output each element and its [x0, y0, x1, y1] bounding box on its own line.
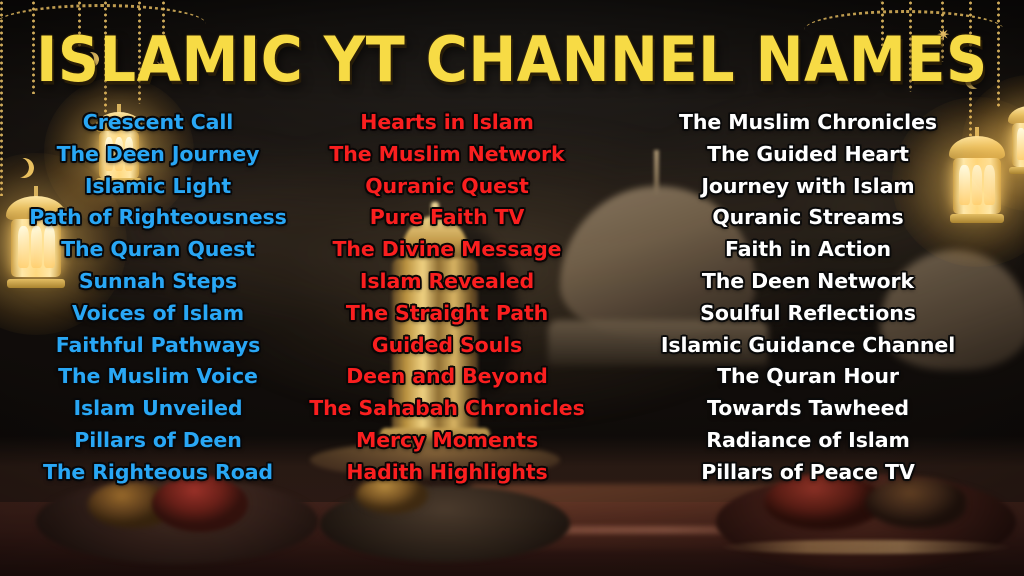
- channel-name: Sunnah Steps: [78, 268, 238, 293]
- channel-name: The Straight Path: [345, 300, 549, 325]
- channel-name: Islam Revealed: [359, 268, 535, 293]
- channel-name: The Righteous Road: [43, 459, 273, 484]
- names-column-3: The Muslim Chronicles The Guided Heart Jou…: [608, 107, 1008, 489]
- channel-name: The Muslim Voice: [58, 364, 258, 389]
- channel-name: The Muslim Network: [329, 141, 565, 166]
- channel-name: Faith in Action: [725, 237, 891, 262]
- channel-name: The Muslim Chronicles: [678, 110, 937, 134]
- channel-name: Quranic Streams: [712, 205, 904, 230]
- channel-name: The Sahabah Chronicles: [309, 396, 585, 421]
- channel-name: Pillars of Deen: [74, 427, 242, 452]
- channel-name: Islamic Guidance Channel: [660, 332, 956, 357]
- channel-name: Soulful Reflections: [700, 300, 916, 325]
- page-title: ISLAMIC YT CHANNEL NAMES: [36, 23, 988, 97]
- channel-name: Islamic Light: [84, 173, 232, 198]
- channel-name: The Deen Journey: [56, 141, 260, 166]
- channel-name: Path of Righteousness: [29, 205, 287, 230]
- channel-name: Deen and Beyond: [346, 364, 548, 389]
- channel-name: Hadith Highlights: [346, 459, 548, 484]
- channel-name: Islam Unveiled: [73, 396, 243, 421]
- channel-name: The Quran Quest: [61, 237, 255, 262]
- names-column-1: Crescent Call The Deen Journey Islamic Lig…: [8, 107, 308, 489]
- channel-name: Pillars of Peace TV: [701, 459, 915, 484]
- channel-name: Towards Tawheed: [707, 396, 909, 421]
- channel-name: The Quran Hour: [717, 364, 899, 389]
- channel-name: Mercy Moments: [355, 427, 539, 452]
- channel-name: The Guided Heart: [707, 141, 909, 166]
- channel-name: The Deen Network: [701, 268, 915, 293]
- channel-name: Quranic Quest: [365, 173, 529, 198]
- channel-name: Voices of Islam: [72, 300, 244, 325]
- channel-name: Pure Faith TV: [369, 205, 525, 230]
- channel-name: Journey with Islam: [701, 173, 915, 198]
- poster: ✷ ✷ ISLAMIC YT CHANNEL NAMES Crescent Ca…: [0, 0, 1024, 576]
- channel-name: Radiance of Islam: [706, 427, 910, 452]
- channel-name: The Divine Message: [332, 237, 562, 262]
- names-columns: Crescent Call The Deen Journey Islamic Lig…: [0, 107, 1024, 489]
- poster-content: ISLAMIC YT CHANNEL NAMES Crescent Call Th…: [0, 0, 1024, 576]
- names-column-2: Hearts in Islam The Muslim Network Quranic…: [308, 107, 586, 489]
- channel-name: Crescent Call: [82, 110, 234, 134]
- channel-name: Faithful Pathways: [55, 332, 261, 357]
- channel-name: Guided Souls: [371, 332, 523, 357]
- channel-name: Hearts in Islam: [360, 110, 534, 134]
